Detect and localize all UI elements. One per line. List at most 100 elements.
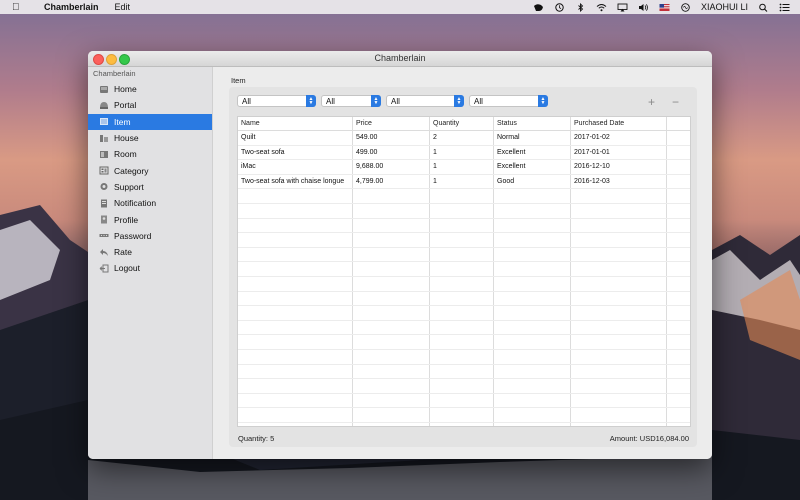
empty-cell xyxy=(353,291,430,306)
empty-cell xyxy=(238,291,353,306)
empty-table-row xyxy=(238,291,690,307)
sidebar-item-home[interactable]: Home xyxy=(88,81,212,97)
empty-cell xyxy=(238,233,353,247)
remove-button[interactable]: − xyxy=(672,95,679,109)
empty-table-row xyxy=(238,349,690,365)
sidebar-item-label: Portal xyxy=(114,100,137,111)
add-button[interactable]: + xyxy=(648,95,655,109)
sidebar-item-rate[interactable]: Rate xyxy=(88,244,212,260)
empty-cell xyxy=(430,276,494,291)
column-header-purchased-date[interactable]: Purchased Date xyxy=(571,117,667,130)
spotlight-icon[interactable] xyxy=(758,3,769,12)
sidebar-item-profile[interactable]: Profile xyxy=(88,211,212,227)
empty-cell xyxy=(494,291,571,306)
item-panel: All ▲ ▼ All ▲ ▼ All ▲ ▼ All ▲ ▼ + − Name… xyxy=(229,87,697,447)
empty-cell xyxy=(571,320,667,335)
empty-cell xyxy=(571,233,667,247)
sidebar-item-label: Support xyxy=(114,181,144,192)
home-icon xyxy=(99,85,109,94)
empty-cell xyxy=(238,379,353,393)
sidebar-item-label: Password xyxy=(114,230,152,241)
empty-cell xyxy=(571,393,667,408)
empty-cell xyxy=(494,262,571,276)
select-arrows-icon: ▲ ▼ xyxy=(538,95,548,107)
select-arrows-icon: ▲ ▼ xyxy=(306,95,316,107)
filter-select-value: All xyxy=(242,96,251,106)
sidebar-item-category[interactable]: Category xyxy=(88,162,212,178)
total-quantity: Quantity: 5 xyxy=(238,434,275,443)
cell-status: Good xyxy=(494,174,571,189)
sidebar-item-label: Notification xyxy=(114,198,157,209)
empty-cell xyxy=(494,408,571,422)
apple-icon[interactable]:  xyxy=(12,2,26,13)
empty-cell xyxy=(571,364,667,379)
notification-center-icon[interactable] xyxy=(779,3,790,12)
empty-cell xyxy=(571,218,667,233)
column-header-extra[interactable] xyxy=(667,117,690,130)
empty-cell xyxy=(238,262,353,276)
sidebar-item-notification[interactable]: Notification xyxy=(88,195,212,211)
filter-select-1[interactable]: All ▲ ▼ xyxy=(237,95,316,107)
filter-select-4[interactable]: All ▲ ▼ xyxy=(469,95,548,107)
table-row[interactable]: Quilt 549.00 2 Normal 2017-01-02 xyxy=(238,131,690,146)
empty-table-row xyxy=(238,276,690,292)
sidebar-item-password[interactable]: Password xyxy=(88,228,212,244)
sidebar-item-support[interactable]: Support xyxy=(88,179,212,195)
bluetooth-icon[interactable] xyxy=(575,2,586,12)
volume-icon[interactable] xyxy=(638,3,649,12)
status-area: XIAOHUI LI xyxy=(533,2,790,12)
empty-table-row xyxy=(238,218,690,234)
empty-cell xyxy=(238,408,353,422)
empty-cell xyxy=(494,349,571,364)
wifi-icon[interactable] xyxy=(596,3,607,12)
column-header-status[interactable]: Status xyxy=(494,117,571,130)
column-header-quantity[interactable]: Quantity xyxy=(430,117,494,130)
sidebar-item-portal[interactable]: Portal xyxy=(88,97,212,113)
cell-extra xyxy=(667,146,690,160)
cell-quantity: 1 xyxy=(430,160,494,174)
sidebar-item-house[interactable]: House xyxy=(88,130,212,146)
user-name[interactable]: XIAOHUI LI xyxy=(701,2,748,12)
table-row[interactable]: Two-seat sofa with chaise longue 4,799.0… xyxy=(238,174,690,190)
time-machine-icon[interactable] xyxy=(554,2,565,12)
filter-select-2[interactable]: All ▲ ▼ xyxy=(321,95,381,107)
rate-icon xyxy=(99,248,109,257)
empty-cell xyxy=(667,233,690,247)
window-title: Chamberlain xyxy=(374,53,426,63)
title-bar[interactable]: Chamberlain xyxy=(88,51,712,67)
empty-cell xyxy=(353,320,430,335)
empty-cell xyxy=(667,219,690,233)
airplay-icon[interactable] xyxy=(617,3,628,12)
empty-cell xyxy=(667,189,690,203)
evernote-icon[interactable] xyxy=(533,3,544,12)
empty-cell xyxy=(430,218,494,233)
sidebar-item-item[interactable]: Item xyxy=(88,113,212,130)
sidebar-item-room[interactable]: Room xyxy=(88,146,212,162)
filter-select-value: All xyxy=(326,96,335,106)
empty-cell xyxy=(353,262,430,276)
table-row[interactable]: iMac 9,688.00 1 Excellent 2016-12-10 xyxy=(238,160,690,175)
cell-status: Excellent xyxy=(494,160,571,174)
cell-extra xyxy=(667,160,690,174)
filter-select-3[interactable]: All ▲ ▼ xyxy=(386,95,464,107)
column-header-price[interactable]: Price xyxy=(353,117,430,130)
empty-table-row xyxy=(238,379,690,394)
menu-app-name[interactable]: Chamberlain xyxy=(44,2,99,12)
sidebar-item-logout[interactable]: Logout xyxy=(88,260,212,276)
empty-cell xyxy=(353,379,430,393)
table-row[interactable]: Two-seat sofa 499.00 1 Excellent 2017-01… xyxy=(238,145,690,161)
empty-cell xyxy=(667,292,690,306)
empty-cell xyxy=(430,262,494,276)
cell-name: Two-seat sofa with chaise longue xyxy=(238,174,353,189)
flag-icon[interactable] xyxy=(659,3,670,12)
cell-extra xyxy=(667,175,690,189)
empty-cell xyxy=(353,306,430,320)
sidebar-item-label: Category xyxy=(114,165,149,176)
empty-cell xyxy=(571,306,667,320)
menu-edit[interactable]: Edit xyxy=(115,2,131,12)
siri-icon[interactable] xyxy=(680,2,691,12)
house-icon xyxy=(99,134,109,143)
notification-icon xyxy=(99,199,109,208)
column-header-name[interactable]: Name xyxy=(238,117,353,130)
empty-cell xyxy=(571,379,667,393)
